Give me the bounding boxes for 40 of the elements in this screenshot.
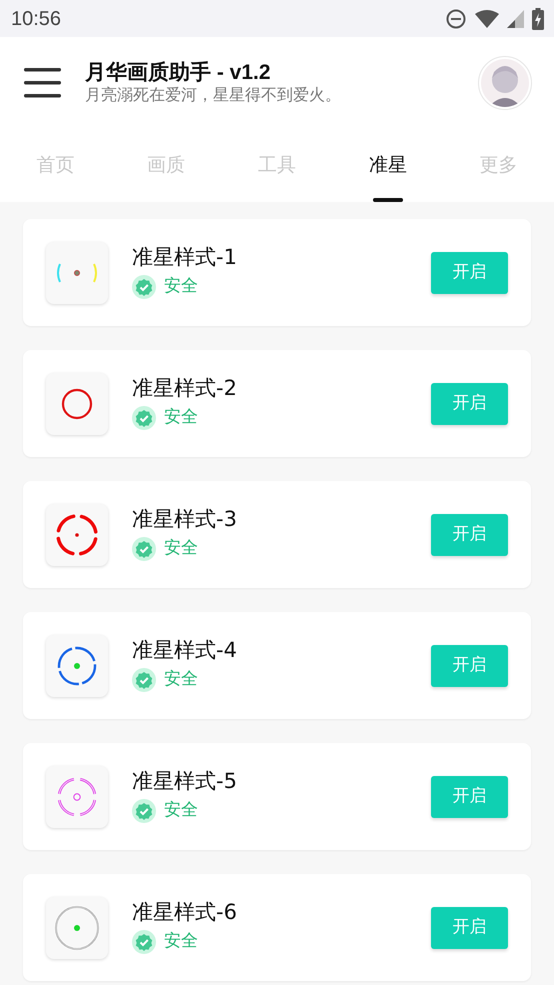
battery-charging-icon — [532, 8, 544, 30]
enable-button[interactable]: 开启 — [431, 644, 508, 686]
crosshair-icon — [46, 504, 108, 566]
app-subtitle: 月亮溺死在爱河，星星得不到爱火。 — [85, 85, 341, 106]
crosshair-icon — [46, 242, 108, 304]
crosshair-icon — [46, 634, 108, 696]
menu-icon[interactable] — [24, 68, 61, 98]
signal-icon — [507, 10, 524, 28]
crosshair-name: 准星样式-3 — [132, 507, 237, 532]
enable-button[interactable]: 开启 — [431, 252, 508, 294]
crosshair-icon — [46, 896, 108, 958]
verified-badge-icon — [132, 668, 156, 692]
enable-button[interactable]: 开启 — [431, 776, 508, 818]
enable-button[interactable]: 开启 — [431, 906, 508, 948]
do-not-disturb-icon — [445, 8, 467, 30]
safety-status: 安全 — [164, 537, 198, 560]
crosshair-name: 准星样式-4 — [132, 638, 237, 664]
verified-badge-icon — [132, 537, 156, 562]
crosshair-name: 准星样式-1 — [132, 245, 237, 270]
verified-badge-icon — [132, 275, 156, 300]
safety-status: 安全 — [164, 799, 198, 822]
safety-status: 安全 — [164, 668, 198, 692]
crosshair-name: 准星样式-2 — [132, 376, 237, 402]
app-title: 月华画质助手 - v1.2 — [85, 60, 272, 86]
crosshair-name: 准星样式-5 — [132, 769, 237, 794]
safety-status: 安全 — [164, 275, 198, 298]
crosshair-icon — [46, 372, 108, 434]
verified-badge-icon — [132, 799, 156, 824]
wifi-icon — [475, 10, 499, 28]
verified-badge-icon — [132, 406, 156, 430]
tab[interactable]: 准星 — [332, 128, 444, 202]
verified-badge-icon — [132, 930, 156, 954]
safety-status: 安全 — [164, 406, 198, 430]
enable-button[interactable]: 开启 — [431, 382, 508, 424]
safety-status: 安全 — [164, 930, 198, 954]
status-time: 10:56 — [11, 6, 62, 32]
crosshair-icon — [46, 766, 108, 828]
crosshair-name: 准星样式-6 — [132, 900, 237, 926]
avatar[interactable] — [478, 56, 532, 110]
enable-button[interactable]: 开启 — [431, 514, 508, 556]
